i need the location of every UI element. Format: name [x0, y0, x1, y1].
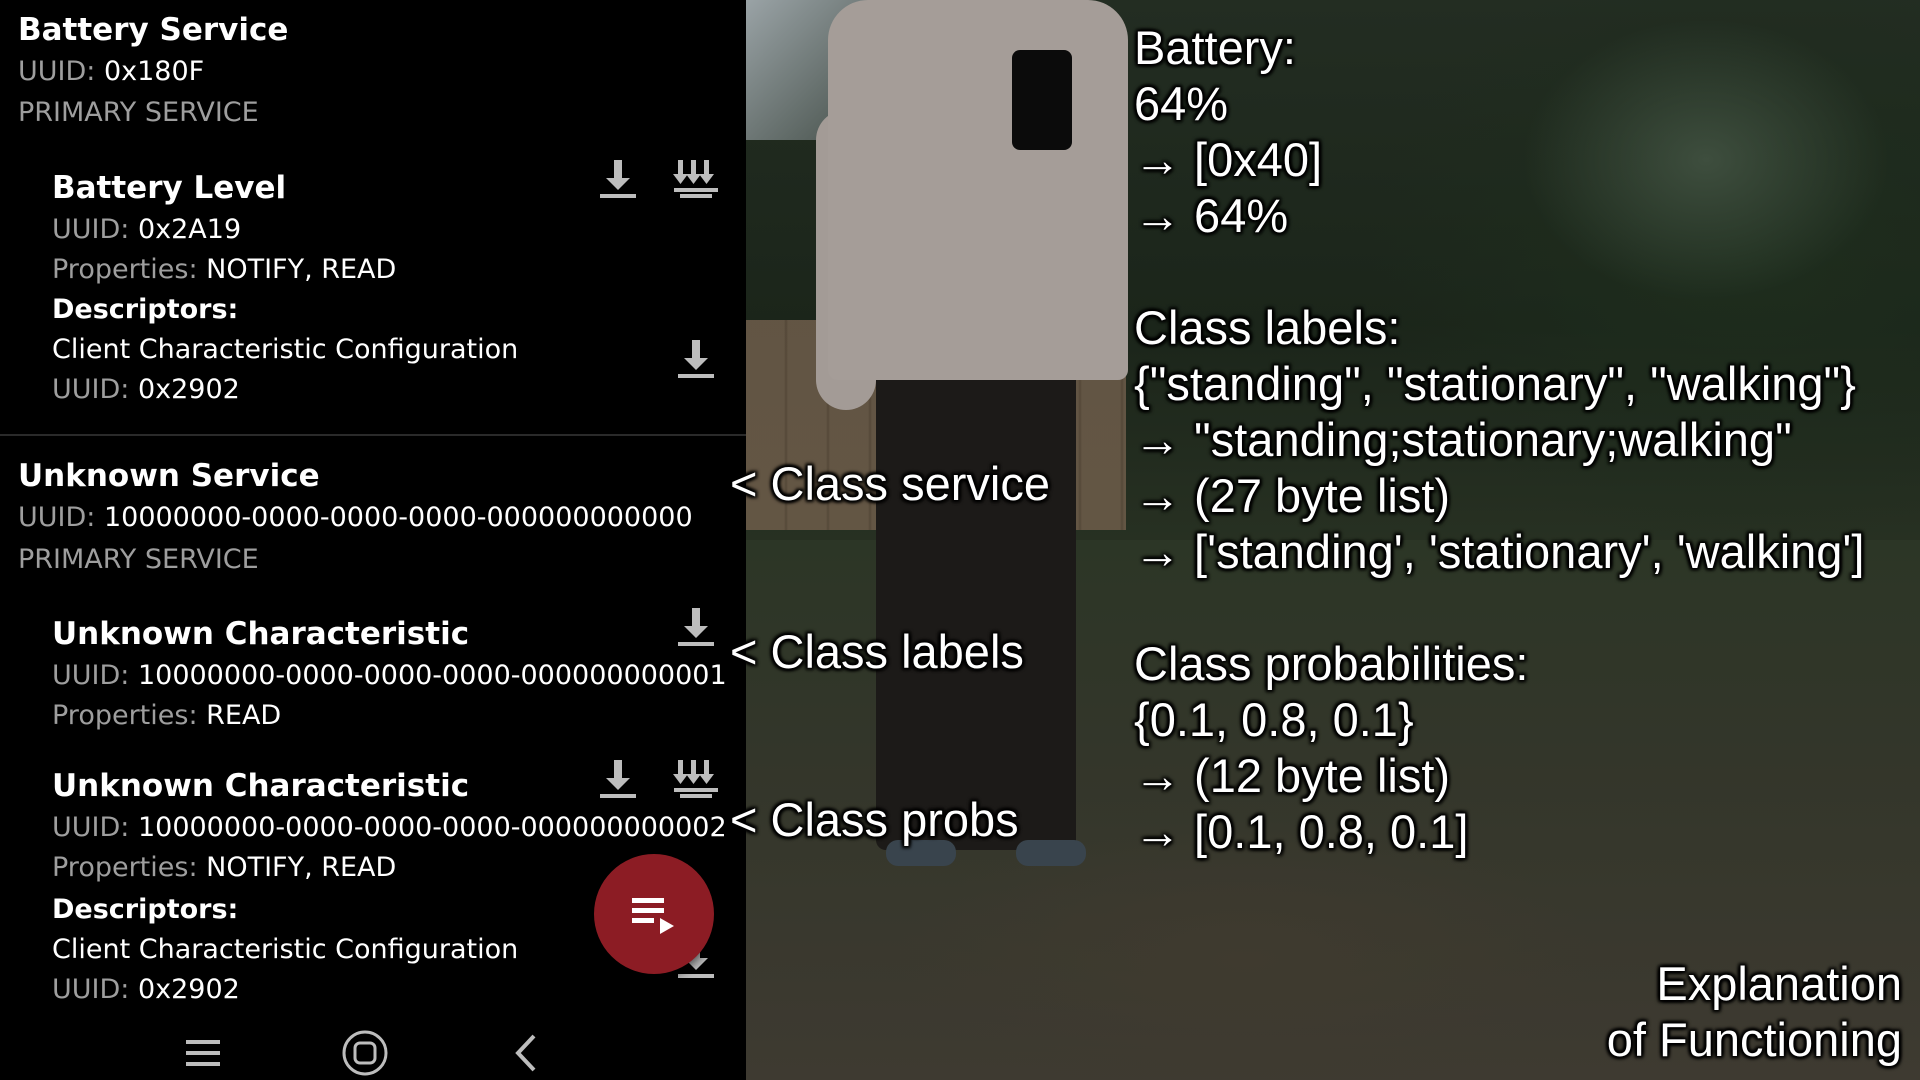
descriptor-name: Client Characteristic Configuration [52, 934, 519, 965]
annotation-class-labels: < Class labels [730, 625, 1024, 678]
caption-line-1: Explanation [1656, 957, 1902, 1010]
battery-raw: → [0x40] [1134, 133, 1323, 186]
download-icon[interactable] [594, 756, 642, 802]
service-title: Battery Service [18, 12, 289, 48]
uuid-label: UUID: [52, 660, 130, 691]
service-uuid-row: UUID: 10000000-0000-0000-0000-0000000000… [18, 502, 693, 533]
labels-set: {"standing", "stationary", "walking"} [1134, 357, 1856, 410]
shoe-right [1016, 840, 1086, 866]
probs-decoded: → [0.1, 0.8, 0.1] [1134, 805, 1469, 858]
characteristic-title: Unknown Characteristic [52, 768, 470, 804]
uuid-label: UUID: [18, 502, 96, 533]
download-icon[interactable] [672, 336, 720, 382]
labels-title: Class labels: [1134, 301, 1401, 354]
descriptors-title: Descriptors: [52, 894, 239, 925]
properties-label: Properties: [52, 700, 198, 731]
caption-line-2: of Functioning [1606, 1013, 1902, 1066]
characteristic-uuid-row: UUID: 10000000-0000-0000-0000-0000000000… [52, 660, 727, 691]
service-uuid: 10000000-0000-0000-0000-000000000000 [103, 502, 693, 533]
characteristic-uuid: 10000000-0000-0000-0000-000000000002 [137, 812, 727, 843]
characteristic-properties: READ [206, 700, 282, 731]
characteristic-uuid: 10000000-0000-0000-0000-000000000001 [137, 660, 727, 691]
properties-label: Properties: [52, 254, 198, 285]
home-icon[interactable] [340, 1030, 390, 1076]
characteristic-uuid: 0x2A19 [137, 214, 242, 245]
probs-title: Class probabilities: [1134, 637, 1529, 690]
service-uuid-row: UUID: 0x180F [18, 56, 204, 87]
service-type: PRIMARY SERVICE [18, 97, 259, 128]
descriptors-title: Descriptors: [52, 294, 239, 325]
characteristic-uuid-row: UUID: 0x2A19 [52, 214, 241, 245]
uuid-label: UUID: [18, 56, 96, 87]
person-legs [876, 370, 1076, 850]
annotation-class-service: < Class service [730, 457, 1050, 510]
characteristic-properties-row: Properties: NOTIFY, READ [52, 254, 396, 285]
labels-bytes: → (27 byte list) [1134, 469, 1451, 522]
battery-title: Battery: [1134, 21, 1296, 74]
descriptor-uuid: 0x2902 [137, 374, 240, 405]
uuid-label: UUID: [52, 974, 130, 1005]
descriptor-uuid: 0x2902 [137, 974, 240, 1005]
characteristic-title: Unknown Characteristic [52, 616, 470, 652]
back-icon[interactable] [502, 1030, 552, 1076]
service-title: Unknown Service [18, 458, 320, 494]
characteristic-uuid-row: UUID: 10000000-0000-0000-0000-0000000000… [52, 812, 727, 843]
descriptor-name: Client Characteristic Configuration [52, 334, 519, 365]
held-phone [1012, 50, 1072, 150]
download-icon[interactable] [672, 604, 720, 650]
uuid-label: UUID: [52, 214, 130, 245]
probs-set: {0.1, 0.8, 0.1} [1134, 693, 1414, 746]
labels-joined: → "standing;stationary;walking" [1134, 413, 1792, 466]
battery-value: 64% [1134, 77, 1229, 130]
annotation-class-probs: < Class probs [730, 793, 1019, 846]
probs-bytes: → (12 byte list) [1134, 749, 1451, 802]
notify-multiple-download-icon[interactable] [672, 156, 720, 202]
descriptor-uuid-row: UUID: 0x2902 [52, 374, 240, 405]
service-divider [0, 434, 746, 436]
characteristic-title: Battery Level [52, 170, 287, 206]
notify-multiple-download-icon[interactable] [672, 756, 720, 802]
characteristic-properties: NOTIFY, READ [206, 852, 397, 883]
labels-decoded: → ['standing', 'stationary', 'walking'] [1134, 525, 1865, 578]
service-uuid: 0x180F [103, 56, 205, 87]
service-type: PRIMARY SERVICE [18, 544, 259, 575]
download-icon[interactable] [594, 156, 642, 202]
person-torso [828, 0, 1128, 380]
characteristic-properties-row: Properties: READ [52, 700, 281, 731]
uuid-label: UUID: [52, 374, 130, 405]
descriptor-uuid-row: UUID: 0x2902 [52, 974, 240, 1005]
log-fab-button[interactable] [594, 854, 714, 974]
battery-decoded: → 64% [1134, 189, 1289, 242]
uuid-label: UUID: [52, 812, 130, 843]
ble-explorer-panel: Battery Service UUID: 0x180F PRIMARY SER… [0, 0, 746, 1080]
characteristic-properties: NOTIFY, READ [206, 254, 397, 285]
characteristic-properties-row: Properties: NOTIFY, READ [52, 852, 396, 883]
log-list-icon [632, 898, 674, 934]
properties-label: Properties: [52, 852, 198, 883]
recents-icon[interactable] [178, 1030, 228, 1076]
